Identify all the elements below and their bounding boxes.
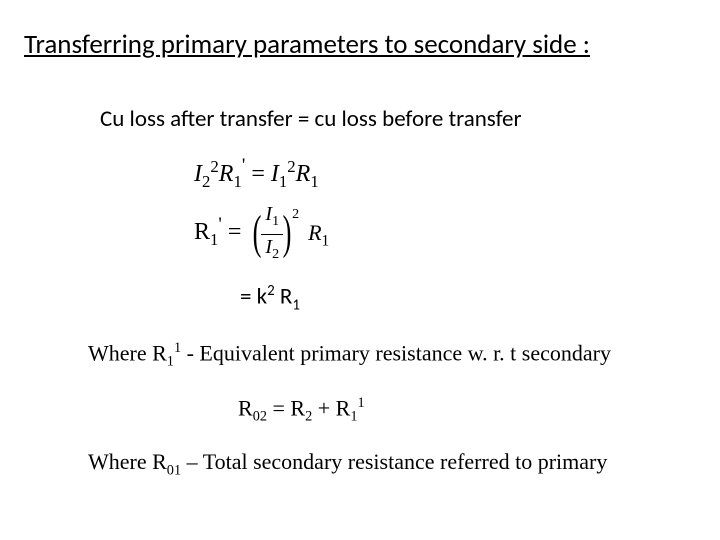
eq1-R-lhs-sub: 1 (233, 172, 241, 191)
eq2-den-sub: 2 (272, 247, 279, 262)
where2-pre: Where R (88, 449, 167, 474)
eq1-R-lhs-prime: ' (242, 155, 245, 176)
eq1-I-rhs-sub: 1 (279, 172, 287, 191)
eq2-denominator: I2 (261, 235, 283, 266)
where-line-2: Where R01 – Total secondary resistance r… (88, 449, 696, 479)
eq4-R11-sup: 1 (357, 395, 364, 411)
eq2-R-rhs: R (308, 220, 321, 245)
eq2-fraction: I1 I2 (261, 203, 283, 266)
eq4-R02: R (238, 395, 253, 420)
equation-4: R02 = R2 + R11 (238, 395, 696, 426)
eq3-R-sub: 1 (292, 296, 300, 314)
equation-3: = k2 R1 (240, 282, 696, 314)
where1-post: - Equivalent primary resistance w. r. t … (181, 340, 611, 365)
where1-sub: 1 (167, 354, 174, 370)
eq2-lhs: R1' = (194, 219, 241, 250)
cu-loss-statement: Cu loss after transfer = cu loss before … (100, 105, 696, 133)
eq1-I-lhs: I (194, 161, 202, 187)
where1-pre: Where R (88, 340, 167, 365)
eq4-eq-R2: = R (267, 395, 305, 420)
eq3-k-exp: 2 (267, 282, 275, 300)
where-line-1: Where R11 - Equivalent primary resistanc… (88, 340, 696, 371)
eq4-plus-R11: + R (312, 395, 350, 420)
eq3-equals-k: = k (240, 282, 267, 310)
slide-title: Transferring primary parameters to secon… (24, 28, 696, 61)
equation-2: R1' = ( I1 I2 ) 2 R1 (194, 206, 696, 264)
eq1-R-rhs: R (296, 161, 311, 187)
right-paren-icon: ) (283, 209, 292, 257)
eq2-num-sub: 1 (272, 214, 279, 229)
eq2-equals: = (222, 219, 242, 245)
eq1-R-lhs: R (219, 161, 234, 187)
eq2-R-lhs-prime: ' (218, 214, 221, 235)
eq1-R-rhs-sub: 1 (310, 172, 318, 191)
eq2-numerator: I1 (261, 203, 283, 235)
eq4-R02-sub: 02 (253, 408, 267, 424)
eq1-I-rhs: I (271, 161, 279, 187)
eq1-equals: = (245, 161, 271, 187)
equation-1: I22R1' = I12R1 (194, 157, 696, 192)
eq2-R-rhs-sub: 1 (322, 232, 330, 249)
eq2-outer-exponent: 2 (292, 207, 299, 223)
left-paren-icon: ( (253, 209, 262, 257)
equation-block: I22R1' = I12R1 R1' = ( I1 I2 ) 2 R1 (194, 157, 696, 264)
where2-sub: 01 (167, 463, 181, 479)
eq3-R: R (275, 282, 293, 310)
eq2-R-lhs: R (194, 219, 210, 245)
where2-post: – Total secondary resistance referred to… (181, 449, 607, 474)
eq2-rhs: R1 (308, 220, 329, 250)
slide: Transferring primary parameters to secon… (0, 0, 720, 540)
eq1-I-lhs-sup: 2 (210, 157, 218, 176)
eq1-I-rhs-sup: 2 (287, 157, 295, 176)
